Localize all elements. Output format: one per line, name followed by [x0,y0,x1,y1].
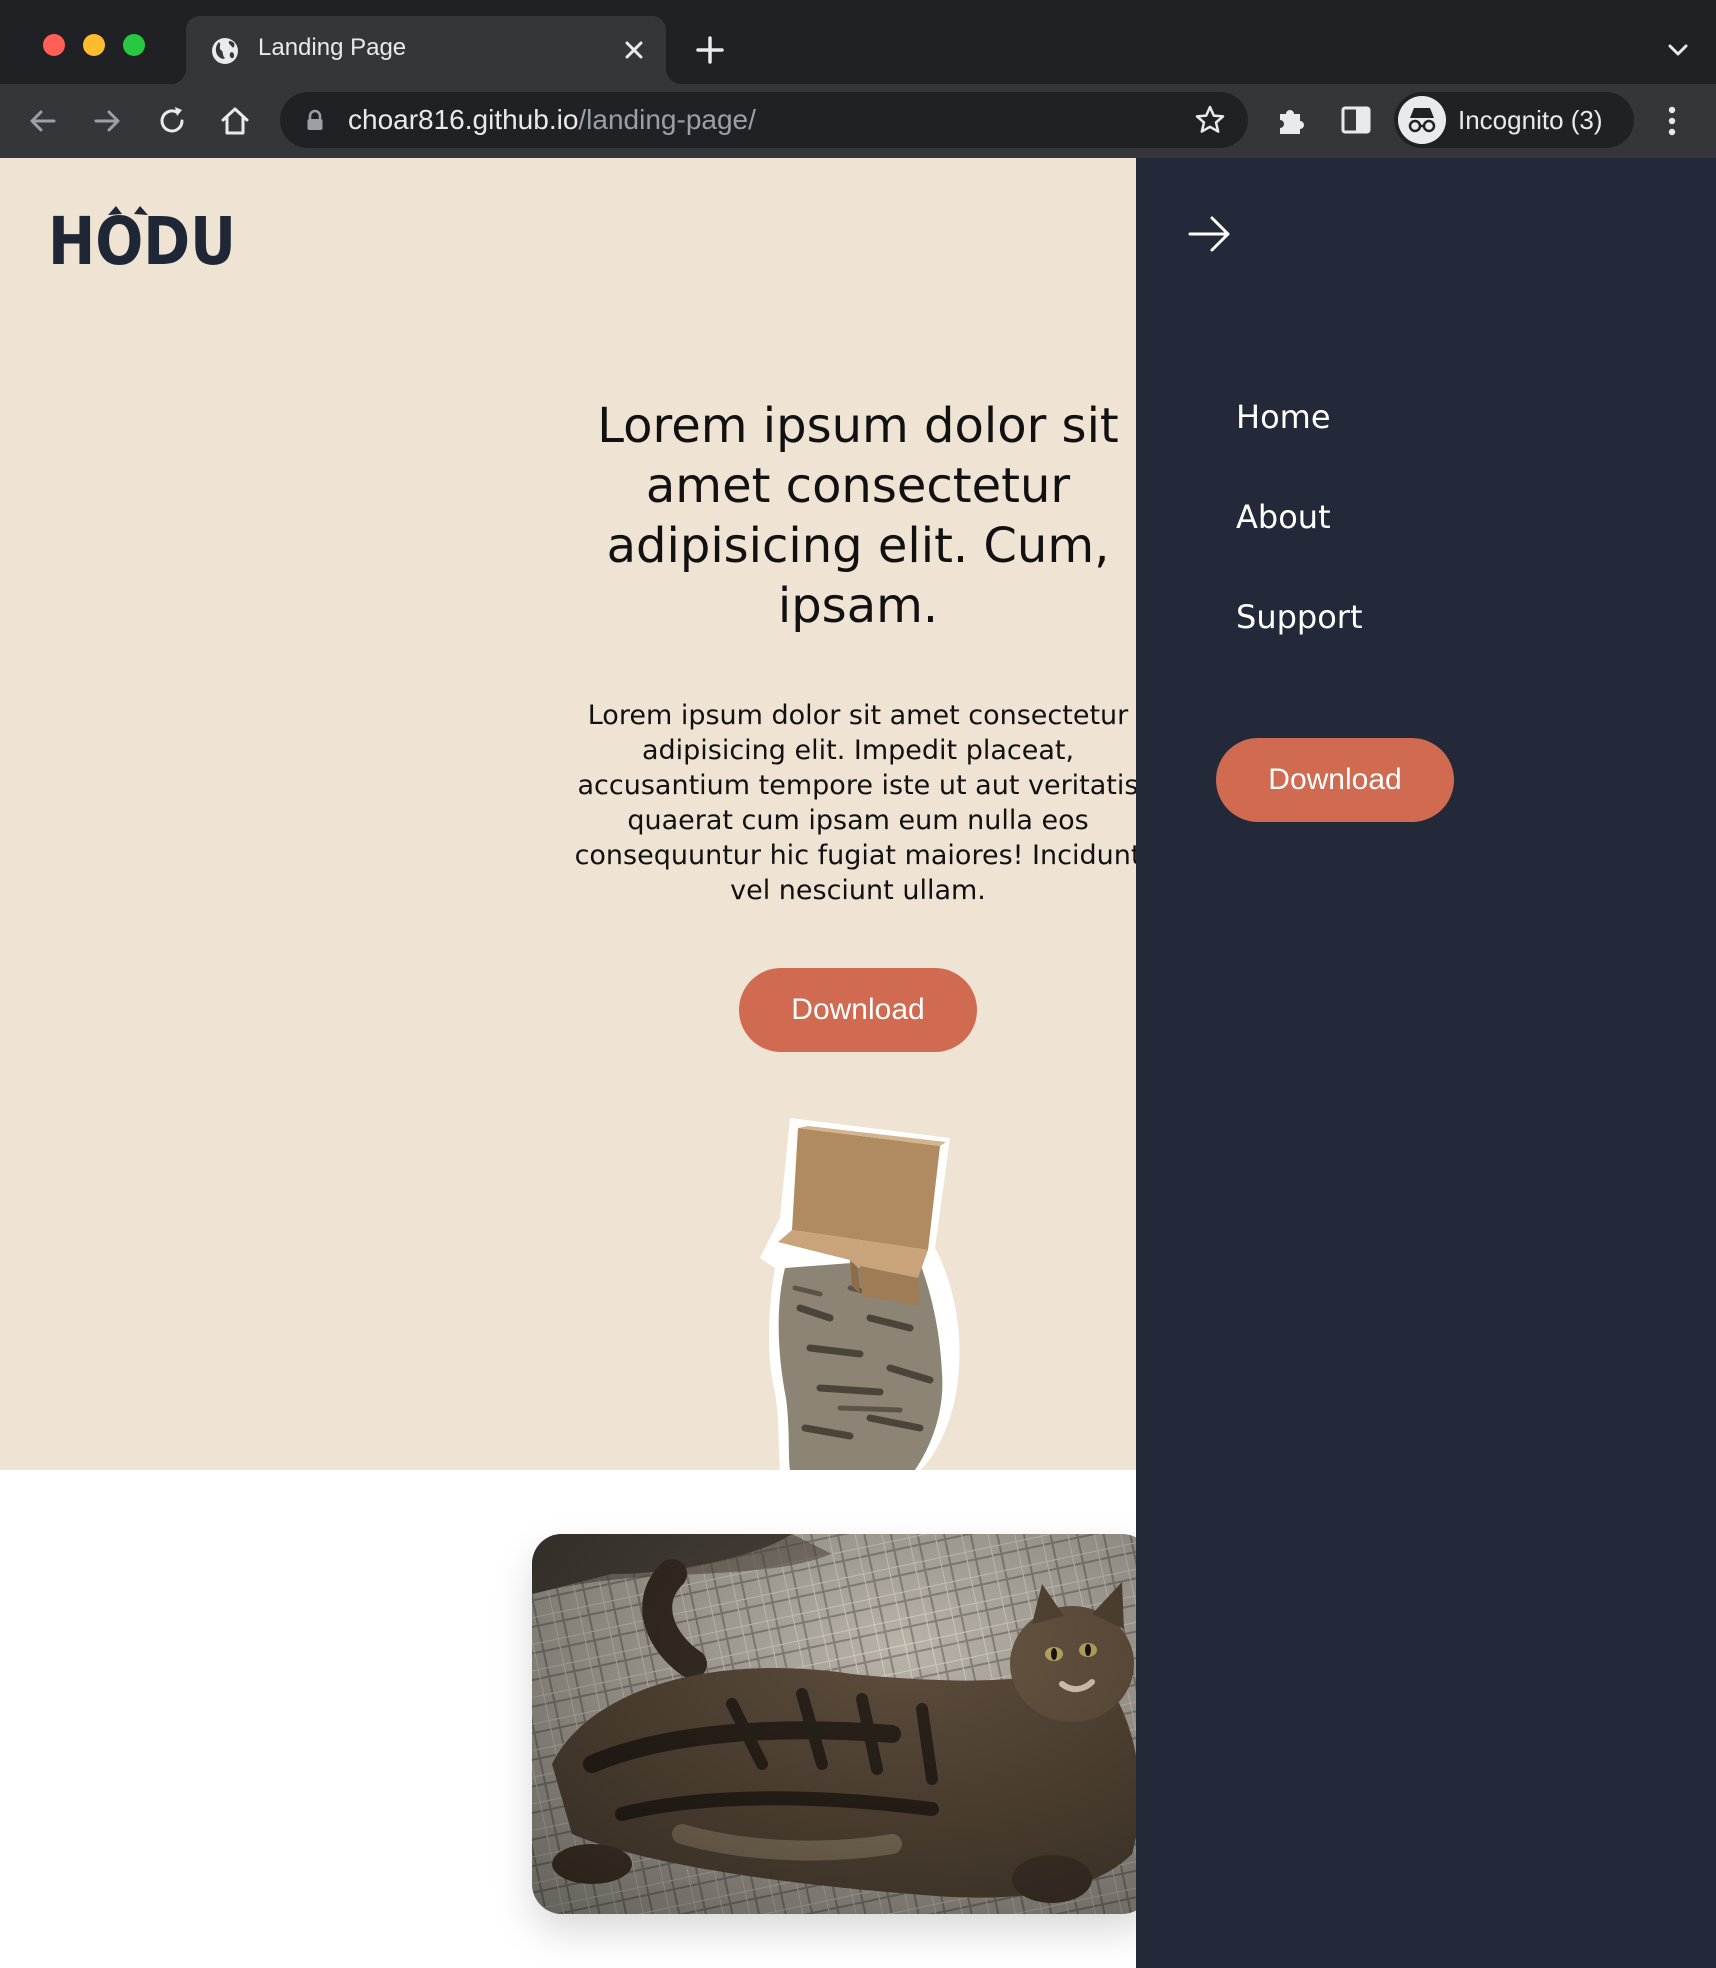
cat-in-box-image [760,1118,960,1470]
close-icon[interactable] [620,36,648,64]
hodu-logo[interactable]: HODU [48,206,238,268]
logo-text: HODU [48,206,236,268]
browser-tab-active[interactable]: Landing Page [170,16,682,84]
window-zoom-button[interactable] [123,34,145,56]
cat-photo-illustration [532,1534,1152,1914]
profile-button[interactable]: Incognito (3) [1394,92,1634,148]
browser-chrome: Landing Page choar816.github.io/landing-… [0,0,1716,158]
puzzle-icon[interactable] [1274,104,1308,138]
home-icon[interactable] [218,104,252,138]
arrow-right-icon[interactable] [1186,210,1234,258]
cat-on-bed-photo [532,1534,1152,1914]
new-tab-icon[interactable] [694,34,726,66]
url-host: choar816.github.io [348,104,579,135]
kebab-menu-icon[interactable] [1658,104,1686,138]
page-viewport: HODU Lorem ipsum dolor sit amet consecte… [0,158,1716,1968]
url-text: choar816.github.io/landing-page/ [348,104,756,136]
side-menu-download-button[interactable]: Download [1216,738,1454,822]
window-minimize-button[interactable] [83,34,105,56]
profile-label: Incognito (3) [1458,105,1603,135]
hero-section: HODU Lorem ipsum dolor sit amet consecte… [0,158,1141,1470]
side-menu-item-support[interactable]: Support [1236,598,1363,636]
tab-strip: Landing Page [0,0,1716,84]
star-icon[interactable] [1194,104,1226,136]
side-menu-item-home[interactable]: Home [1236,398,1331,436]
tab-title: Landing Page [258,34,407,61]
hero-description: Lorem ipsum dolor sit amet consectetur a… [574,700,1142,906]
hero-download-button[interactable]: Download [739,968,977,1052]
side-menu: Home About Support Download [1136,158,1716,1968]
url-path: /landing-page/ [578,104,756,135]
globe-icon [212,38,238,64]
incognito-icon [1398,96,1446,144]
chevron-down-icon[interactable] [1666,38,1690,62]
side-menu-item-about[interactable]: About [1236,498,1331,536]
window-close-button[interactable] [43,34,65,56]
reload-icon[interactable] [155,104,189,138]
address-bar[interactable]: choar816.github.io/landing-page/ [280,92,1248,148]
lock-icon[interactable] [306,109,324,131]
side-panel-icon[interactable] [1340,104,1372,136]
back-icon[interactable] [26,104,60,138]
forward-icon[interactable] [90,104,124,138]
hero-title: Lorem ipsum dolor sit amet consectetur a… [597,398,1119,634]
